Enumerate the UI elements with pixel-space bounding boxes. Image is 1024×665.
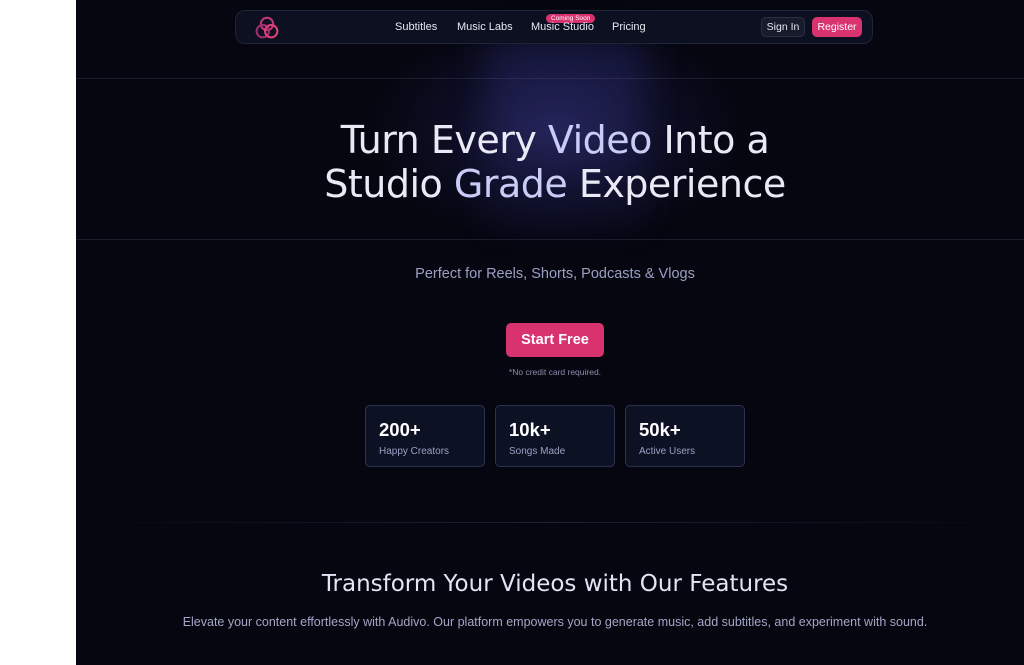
- nav-link-music-studio[interactable]: Music Studio: [531, 21, 594, 33]
- hero-title-text: Experience: [567, 162, 786, 206]
- features-description: Elevate your content effortlessly with A…: [182, 615, 928, 629]
- hero-title-line-2: Studio Grade Experience: [76, 162, 1024, 206]
- features-title: Transform Your Videos with Our Features: [321, 571, 789, 597]
- stat-value: 50k+: [639, 419, 681, 440]
- interlocking-rings-logo-icon[interactable]: [254, 15, 280, 41]
- register-button[interactable]: Register: [812, 17, 862, 37]
- hero-title-text: Into a: [651, 118, 770, 162]
- stat-value: 10k+: [509, 419, 551, 440]
- no-credit-card-note: *No credit card required.: [508, 367, 602, 377]
- nav-link-music-labs[interactable]: Music Labs: [457, 21, 513, 33]
- sign-in-button[interactable]: Sign In: [761, 17, 805, 37]
- navbar: Subtitles Music Labs Coming Soon Music S…: [235, 10, 873, 44]
- landing-page: Subtitles Music Labs Coming Soon Music S…: [76, 0, 1024, 665]
- section-divider-features: [76, 522, 1024, 523]
- hero-title-accent: Video: [547, 118, 652, 162]
- hero-title-text: Studio: [324, 162, 454, 206]
- stat-label: Happy Creators: [379, 446, 450, 457]
- hero-title-accent: Grade: [453, 162, 568, 206]
- stat-card-songs: 10k+ Songs Made: [495, 405, 615, 467]
- start-free-button[interactable]: Start Free: [506, 323, 604, 357]
- stat-card-creators: 200+ Happy Creators: [365, 405, 485, 467]
- nav-link-pricing[interactable]: Pricing: [612, 21, 646, 33]
- hero-title-text: Turn Every: [340, 118, 548, 162]
- stat-label: Songs Made: [509, 446, 566, 457]
- stat-card-users: 50k+ Active Users: [625, 405, 745, 467]
- hero-title: Turn Every Video Into a Studio Grade Exp…: [76, 118, 1024, 206]
- stat-value: 200+: [379, 419, 421, 440]
- nav-link-subtitles[interactable]: Subtitles: [395, 21, 437, 33]
- section-divider-hero: [76, 239, 1024, 240]
- stat-label: Active Users: [639, 446, 696, 457]
- section-divider-top: [76, 78, 1024, 79]
- hero-subtitle: Perfect for Reels, Shorts, Podcasts & Vl…: [415, 266, 695, 282]
- hero-title-line-1: Turn Every Video Into a: [76, 118, 1024, 162]
